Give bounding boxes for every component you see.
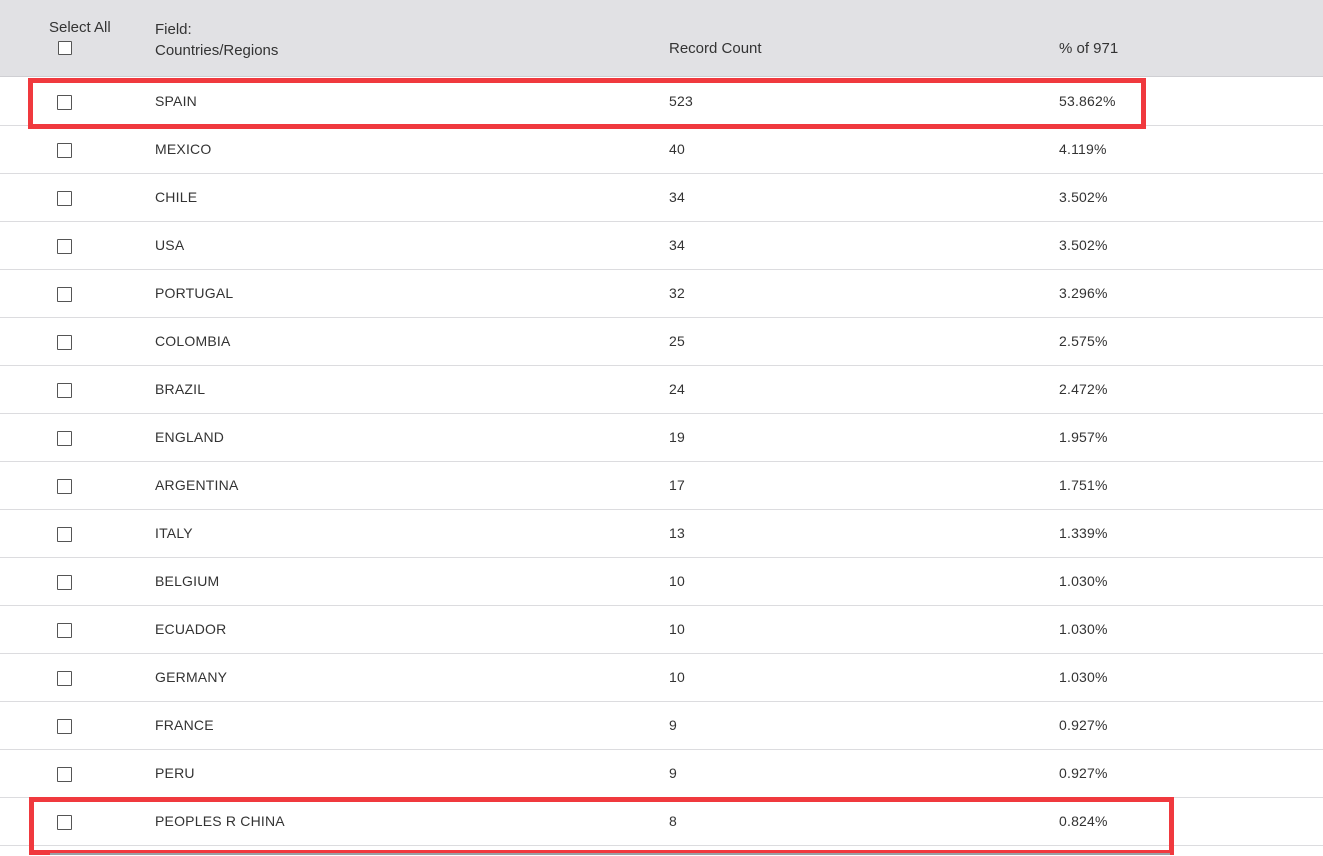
country-name: CHILE — [155, 189, 198, 205]
record-percent: 3.296% — [1059, 285, 1108, 301]
record-count: 34 — [669, 189, 685, 205]
record-count: 8 — [669, 813, 677, 829]
row-checkbox[interactable] — [57, 287, 72, 302]
percent-column-header: % of 971 — [1059, 40, 1119, 57]
record-count: 32 — [669, 285, 685, 301]
record-percent: 2.472% — [1059, 381, 1108, 397]
country-name: COLOMBIA — [155, 333, 231, 349]
table-row: PERU 9 0.927% — [0, 750, 1323, 798]
record-percent: 1.030% — [1059, 621, 1108, 637]
row-checkbox[interactable] — [57, 815, 72, 830]
record-percent: 3.502% — [1059, 237, 1108, 253]
record-count: 24 — [669, 381, 685, 397]
country-name: PERU — [155, 765, 195, 781]
record-percent: 4.119% — [1059, 141, 1107, 157]
table-body: SPAIN 523 53.862% MEXICO 40 4.119% CHILE… — [0, 78, 1323, 846]
table-row: ENGLAND 19 1.957% — [0, 414, 1323, 462]
table-row: COLOMBIA 25 2.575% — [0, 318, 1323, 366]
row-checkbox[interactable] — [57, 335, 72, 350]
record-count: 10 — [669, 621, 685, 637]
record-percent: 1.751% — [1059, 477, 1108, 493]
row-checkbox[interactable] — [57, 383, 72, 398]
record-count: 40 — [669, 141, 685, 157]
record-count: 523 — [669, 93, 693, 109]
record-percent: 53.862% — [1059, 93, 1116, 109]
record-count-column-header: Record Count — [669, 40, 762, 57]
country-name: PEOPLES R CHINA — [155, 813, 285, 829]
country-name: SPAIN — [155, 93, 197, 109]
record-percent: 1.030% — [1059, 669, 1108, 685]
table-row: ECUADOR 10 1.030% — [0, 606, 1323, 654]
scroll-edge-line — [50, 853, 1170, 855]
record-percent: 2.575% — [1059, 333, 1108, 349]
country-name: FRANCE — [155, 717, 214, 733]
record-percent: 3.502% — [1059, 189, 1108, 205]
table-row: MEXICO 40 4.119% — [0, 126, 1323, 174]
table-row: BRAZIL 24 2.472% — [0, 366, 1323, 414]
table-row: ITALY 13 1.339% — [0, 510, 1323, 558]
table-row: PEOPLES R CHINA 8 0.824% — [0, 798, 1323, 846]
country-name: ITALY — [155, 525, 193, 541]
row-checkbox[interactable] — [57, 191, 72, 206]
record-percent: 1.957% — [1059, 429, 1108, 445]
row-checkbox[interactable] — [57, 623, 72, 638]
record-percent: 1.339% — [1059, 525, 1108, 541]
table-row: BELGIUM 10 1.030% — [0, 558, 1323, 606]
table-row: FRANCE 9 0.927% — [0, 702, 1323, 750]
row-checkbox[interactable] — [57, 431, 72, 446]
row-checkbox[interactable] — [57, 671, 72, 686]
country-name: PORTUGAL — [155, 285, 234, 301]
country-name: BELGIUM — [155, 573, 220, 589]
country-name: ARGENTINA — [155, 477, 239, 493]
record-percent: 1.030% — [1059, 573, 1108, 589]
record-count: 19 — [669, 429, 685, 445]
country-name: BRAZIL — [155, 381, 206, 397]
field-column-header: Field: Countries/Regions — [155, 19, 278, 61]
table-row: USA 34 3.502% — [0, 222, 1323, 270]
country-name: ENGLAND — [155, 429, 225, 445]
record-percent: 0.824% — [1059, 813, 1108, 829]
table-row: SPAIN 523 53.862% — [0, 78, 1323, 126]
table-header: Select All Field: Countries/Regions Reco… — [0, 0, 1323, 77]
country-name: USA — [155, 237, 185, 253]
row-checkbox[interactable] — [57, 95, 72, 110]
select-all-label: Select All — [49, 19, 111, 36]
record-percent: 0.927% — [1059, 717, 1108, 733]
row-checkbox[interactable] — [57, 527, 72, 542]
table-row: ARGENTINA 17 1.751% — [0, 462, 1323, 510]
record-count: 13 — [669, 525, 685, 541]
field-label-line2: Countries/Regions — [155, 42, 279, 59]
record-percent: 0.927% — [1059, 765, 1108, 781]
record-count: 10 — [669, 669, 685, 685]
record-count: 10 — [669, 573, 685, 589]
record-count: 17 — [669, 477, 685, 493]
row-checkbox[interactable] — [57, 767, 72, 782]
country-name: ECUADOR — [155, 621, 227, 637]
select-all-checkbox[interactable] — [58, 41, 72, 55]
record-count: 25 — [669, 333, 685, 349]
row-checkbox[interactable] — [57, 143, 72, 158]
country-name: MEXICO — [155, 141, 212, 157]
row-checkbox[interactable] — [57, 239, 72, 254]
field-label-line1: Field: — [155, 21, 192, 38]
row-checkbox[interactable] — [57, 719, 72, 734]
record-count: 9 — [669, 765, 677, 781]
country-name: GERMANY — [155, 669, 228, 685]
row-checkbox[interactable] — [57, 575, 72, 590]
row-checkbox[interactable] — [57, 479, 72, 494]
table-row: PORTUGAL 32 3.296% — [0, 270, 1323, 318]
record-count: 9 — [669, 717, 677, 733]
table-row: CHILE 34 3.502% — [0, 174, 1323, 222]
record-count: 34 — [669, 237, 685, 253]
table-row: GERMANY 10 1.030% — [0, 654, 1323, 702]
